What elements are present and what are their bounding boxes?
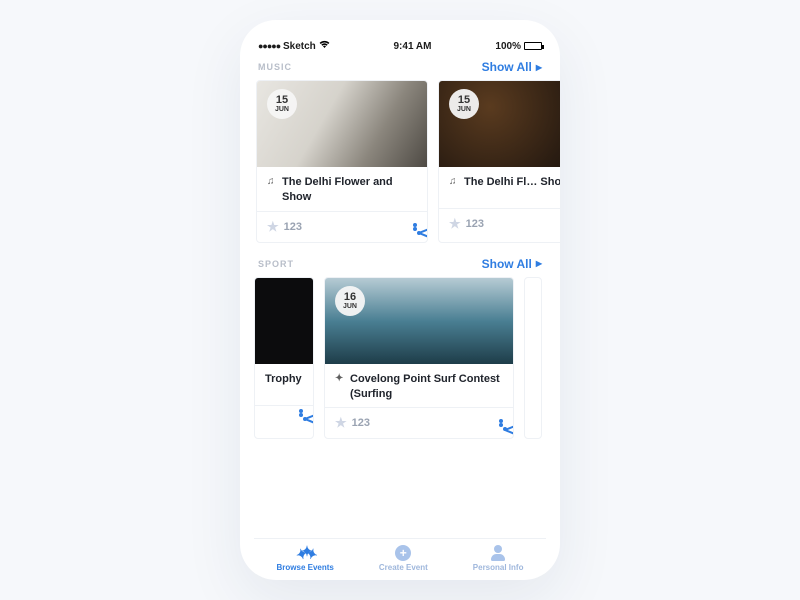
status-left: ●●●●● Sketch: [258, 40, 330, 52]
tab-label: Personal Info: [473, 563, 524, 572]
star-count[interactable]: ★ 123: [267, 219, 302, 235]
tab-personal-info[interactable]: Personal Info: [473, 545, 524, 572]
sport-show-all-button[interactable]: Show All ▶: [482, 257, 542, 271]
wifi-icon: [319, 40, 330, 52]
date-badge: 15 JUN: [267, 89, 297, 119]
card-footer: [255, 406, 313, 420]
tab-label: Create Event: [379, 563, 428, 572]
star-icon: ★: [335, 415, 347, 431]
music-carousel[interactable]: 15 JUN ♫ The Delhi Flower and Show ★ 123: [254, 80, 546, 243]
card-footer: ★ 123: [257, 212, 427, 242]
sport-label: SPORT: [258, 259, 294, 269]
status-bar: ●●●●● Sketch 9:41 AM 100%: [254, 38, 546, 54]
tab-create-event[interactable]: + Create Event: [379, 545, 428, 572]
card-footer: ★ 123: [325, 408, 513, 438]
battery-icon: [524, 42, 542, 50]
tab-bar: ✦✦✦ Browse Events + Create Event Persona…: [254, 538, 546, 574]
event-thumb: 15 JUN: [257, 81, 427, 167]
sport-card[interactable]: 16 JUN ✦ Covelong Point Surf Contest (Su…: [324, 277, 514, 440]
phone-frame: ●●●●● Sketch 9:41 AM 100% MUSIC Show All…: [240, 20, 560, 580]
event-thumb: 16 JUN: [325, 278, 513, 364]
star-count[interactable]: ★ 123: [335, 415, 370, 431]
tab-label: Browse Events: [277, 563, 334, 572]
music-show-all-button[interactable]: Show All ▶: [482, 60, 542, 74]
sport-section-header: SPORT Show All ▶: [254, 257, 546, 271]
music-note-icon: ♫: [449, 175, 459, 190]
date-badge: 15 JUN: [449, 89, 479, 119]
tab-browse-events[interactable]: ✦✦✦ Browse Events: [277, 545, 334, 572]
card-body: ✦ Covelong Point Surf Contest (Surfing: [325, 364, 513, 409]
sport-carousel[interactable]: Trophy 16 JUN ✦: [254, 277, 546, 440]
music-section-header: MUSIC Show All ▶: [254, 60, 546, 74]
event-title: The Delhi Fl… Show: [464, 175, 560, 190]
card-body: Trophy: [255, 364, 313, 406]
star-icon: ★: [267, 219, 279, 235]
sport-card-fragment[interactable]: Trophy: [254, 277, 314, 440]
status-time: 9:41 AM: [393, 41, 431, 52]
music-card[interactable]: 15 JUN ♫ The Delhi Flower and Show ★ 123: [256, 80, 428, 243]
sport-card-fragment[interactable]: [524, 277, 542, 440]
carrier-label: Sketch: [283, 41, 316, 52]
chevron-right-icon: ▶: [536, 63, 542, 72]
plus-circle-icon: +: [395, 545, 411, 561]
star-count[interactable]: ★ 123: [449, 216, 484, 232]
event-title: The Delhi Flower and Show: [282, 175, 417, 205]
music-note-icon: ♫: [267, 175, 277, 205]
card-body: ♫ The Delhi Fl… Show: [439, 167, 560, 209]
event-thumb: [255, 278, 313, 364]
star-icon: ★: [449, 216, 461, 232]
show-all-label: Show All: [482, 60, 532, 74]
show-all-label: Show All: [482, 257, 532, 271]
fireworks-icon: ✦✦✦: [296, 545, 314, 561]
card-body: ♫ The Delhi Flower and Show: [257, 167, 427, 212]
battery-label: 100%: [495, 41, 521, 52]
date-badge: 16 JUN: [335, 286, 365, 316]
status-right: 100%: [495, 41, 542, 52]
card-footer: ★ 123: [439, 209, 560, 239]
signal-dots-icon: ●●●●●: [258, 41, 280, 51]
event-thumb: 15 JUN: [439, 81, 560, 167]
chevron-right-icon: ▶: [536, 259, 542, 268]
event-title: Trophy: [265, 372, 302, 387]
music-card[interactable]: 15 JUN ♫ The Delhi Fl… Show ★ 123: [438, 80, 560, 243]
person-icon: [491, 545, 505, 561]
event-title: Covelong Point Surf Contest (Surfing: [350, 372, 503, 402]
sport-icon: ✦: [335, 372, 345, 402]
music-label: MUSIC: [258, 62, 292, 72]
